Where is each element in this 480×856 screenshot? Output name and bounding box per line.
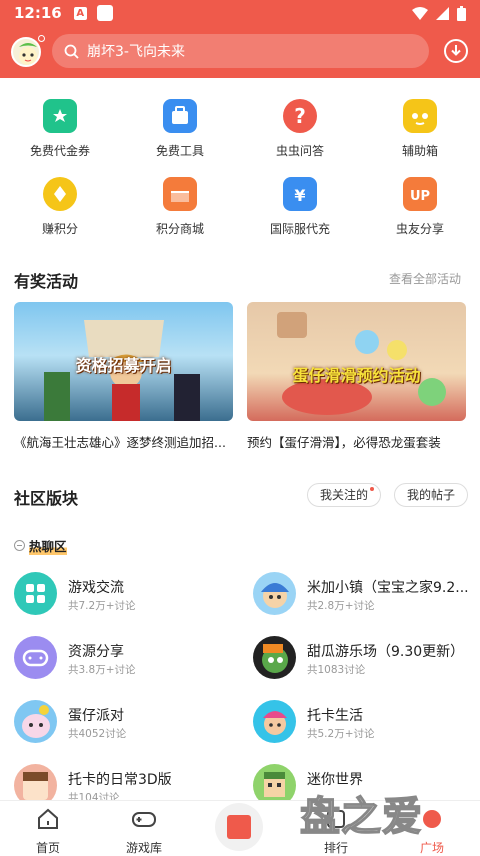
download-icon[interactable] — [444, 39, 468, 63]
activities-title: 有奖活动 — [14, 272, 79, 291]
quick-label: 免费工具 — [155, 144, 204, 158]
banner-text: 蛋仔滑滑预约活动 — [292, 366, 421, 385]
top-bar: 崩坏3-飞向未来 — [0, 30, 480, 74]
battery-icon — [457, 5, 466, 21]
quick-label: 免费代金券 — [29, 144, 90, 158]
quick-label: 辅助箱 — [401, 144, 438, 158]
banner-text: 资格招募开启 — [75, 356, 172, 375]
quick-helper-box[interactable]: 辅助箱 — [360, 99, 480, 159]
wifi-icon — [412, 6, 428, 20]
share-up-icon: UP — [403, 177, 437, 211]
nav-label: 首页 — [35, 841, 60, 855]
watermark-logo: 盘之爱 — [299, 793, 423, 841]
forum-avatar — [253, 572, 296, 615]
home-icon — [38, 808, 58, 829]
quick-qa[interactable]: ? 虫虫问答 — [240, 99, 360, 159]
app-header: 12:16 A 崩坏3-飞向未来 — [0, 0, 480, 78]
quick-free-tools[interactable]: 免费工具 — [120, 99, 240, 159]
forum-item[interactable]: 游戏交流 共7.2万+讨论 — [14, 572, 244, 618]
gamepad-icon — [14, 636, 57, 679]
forum-item[interactable]: 米加小镇（宝宝之家9.2... 共2.8万+讨论 — [253, 572, 480, 618]
activity-caption-1[interactable]: 《航海王壮志雄心》逐梦终测追加招... — [14, 432, 233, 451]
search-placeholder: 崩坏3-飞向未来 — [87, 44, 185, 60]
forum-name: 甜瓜游乐场（9.30更新） — [307, 644, 465, 660]
status-time: 12:16 — [14, 4, 62, 22]
forum-name: 蛋仔派对 — [68, 708, 124, 724]
ticket-icon — [43, 99, 77, 133]
forum-stats: 共3.8万+讨论 — [68, 664, 136, 676]
status-bar: 12:16 A — [0, 0, 480, 26]
my-follow-button[interactable]: 我关注的 — [307, 483, 382, 507]
forum-stats: 共2.8万+讨论 — [307, 600, 375, 612]
toolbox-icon — [163, 99, 197, 133]
yen-wallet-icon: ¥ — [283, 177, 317, 211]
forum-item[interactable]: 蛋仔派对 共4052讨论 — [14, 700, 244, 746]
robot-icon — [403, 99, 437, 133]
avatar-badge — [38, 35, 45, 42]
activity-caption-2[interactable]: 预约【蛋仔滑滑】，必得恐龙蛋套装 — [247, 432, 466, 451]
coin-icon — [43, 177, 77, 211]
book-icon — [227, 815, 251, 839]
svg-text:?: ? — [294, 104, 306, 128]
forum-item[interactable]: 托卡生活 共5.2万+讨论 — [253, 700, 480, 746]
forum-avatar — [253, 636, 296, 679]
quick-earn-points[interactable]: 赚积分 — [0, 177, 120, 237]
forum-stats: 共4052讨论 — [68, 728, 127, 740]
forum-name: 托卡生活 — [307, 708, 363, 724]
gamepad-icon — [132, 812, 156, 827]
quick-points-mall[interactable]: 积分商城 — [120, 177, 240, 237]
activity-banner-1[interactable]: 资格招募开启 — [14, 302, 233, 421]
hot-zone-label: 热聊区 — [29, 536, 67, 555]
forum-stats: 共5.2万+讨论 — [307, 728, 375, 740]
forum-item[interactable]: 资源分享 共3.8万+讨论 — [14, 636, 244, 682]
notification-square-icon — [96, 5, 113, 21]
activity-banner-2[interactable]: 蛋仔滑滑预约活动 — [247, 302, 466, 421]
svg-text:UP: UP — [410, 189, 430, 204]
quick-label: 赚积分 — [41, 222, 78, 236]
nav-center-button[interactable] — [215, 803, 263, 851]
svg-text:¥: ¥ — [294, 186, 305, 205]
forum-grid-icon — [14, 572, 57, 615]
collapse-icon — [14, 540, 25, 551]
nav-games[interactable]: 游戏库 — [96, 801, 192, 855]
plaza-icon — [423, 810, 441, 828]
forum-name: 游戏交流 — [68, 580, 124, 596]
nav-label: 游戏库 — [125, 841, 162, 855]
my-follow-label: 我关注的 — [320, 488, 369, 502]
quick-label: 虫虫问答 — [275, 144, 324, 158]
notification-dot — [370, 487, 375, 491]
signal-icon — [436, 6, 449, 20]
forum-name: 米加小镇（宝宝之家9.2... — [307, 580, 469, 596]
search-icon — [64, 44, 79, 59]
forum-avatar — [14, 700, 57, 743]
forum-stats: 共7.2万+讨论 — [68, 600, 136, 612]
quick-label: 积分商城 — [155, 222, 204, 236]
quick-label: 虫友分享 — [395, 222, 444, 236]
notification-a-icon: A — [73, 6, 87, 20]
my-posts-button[interactable]: 我的帖子 — [394, 483, 469, 507]
forum-stats: 共1083讨论 — [307, 664, 366, 676]
hot-zone-header[interactable]: 热聊区 — [14, 536, 67, 555]
quick-intl-recharge[interactable]: ¥ 国际服代充 — [240, 177, 360, 237]
question-icon: ? — [283, 99, 317, 133]
user-avatar[interactable] — [11, 37, 41, 67]
shop-icon — [163, 177, 197, 211]
search-bar[interactable]: 崩坏3-飞向未来 — [52, 34, 429, 68]
nav-home[interactable]: 首页 — [0, 801, 96, 855]
quick-free-voucher[interactable]: 免费代金券 — [0, 99, 120, 159]
forum-name: 资源分享 — [68, 644, 124, 660]
community-title: 社区版块 — [14, 489, 79, 508]
view-all-activities-link[interactable]: 查看全部活动 — [389, 270, 461, 287]
forum-name: 托卡的日常3D版 — [68, 772, 172, 788]
quick-share[interactable]: UP 虫友分享 — [360, 177, 480, 237]
forum-item[interactable]: 甜瓜游乐场（9.30更新） 共1083讨论 — [253, 636, 480, 682]
quick-label: 国际服代充 — [269, 222, 330, 236]
forum-avatar — [253, 700, 296, 743]
